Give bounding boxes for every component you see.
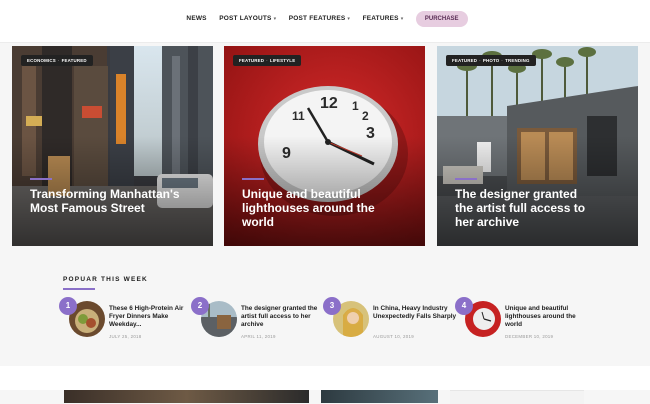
nav-post-features[interactable]: POST FEATURES ▾ [289, 15, 350, 22]
tag-label: FEATURED [239, 58, 265, 63]
tag-label: FEATURED [452, 58, 478, 63]
popular-item[interactable]: 1 These 6 High-Protein Air Fryer Dinners… [59, 297, 195, 343]
category-tag[interactable]: ECONOMICS · FEATURED [21, 55, 93, 66]
popular-item[interactable]: 4 Unique and beautiful lighthouses aroun… [455, 297, 591, 343]
tag-label: TRENDING [505, 58, 530, 63]
popular-date: JULY 25, 2018 [109, 334, 142, 339]
nav-features[interactable]: FEATURES ▾ [363, 15, 404, 22]
popular-item[interactable]: 2 The designer granted the artist full a… [191, 297, 327, 343]
tag-label: ECONOMICS [27, 58, 56, 63]
tag-separator: · [266, 58, 268, 63]
title-accent-rule [30, 178, 52, 180]
rank-badge: 4 [455, 297, 473, 315]
nav-news-label: NEWS [186, 15, 207, 23]
popular-title[interactable]: These 6 High-Protein Air Fryer Dinners M… [109, 305, 193, 329]
tag-label: FEATURED [61, 58, 87, 63]
nav-post-layouts[interactable]: POST LAYOUTS ▾ [219, 15, 276, 22]
lower-feature-image[interactable] [321, 390, 438, 403]
hero-card-lighthouses[interactable]: 12 3 9 1 2 11 FEATURED·LIFESTYLE Unique … [224, 46, 425, 246]
lower-section-background [0, 366, 650, 390]
nav-post-features-label: POST FEATURES [288, 15, 346, 23]
heading-accent-rule [63, 288, 95, 290]
hero-card-designer-archive[interactable]: FEATURED · PHOTO · TRENDING The designer gra… [437, 46, 638, 246]
popular-date: DECEMBER 10, 2019 [505, 334, 554, 339]
popular-item[interactable]: 3 In China, Heavy Industry Unexpectedly … [323, 297, 459, 343]
popular-title[interactable]: In China, Heavy Industry Unexpectedly Fa… [373, 305, 457, 321]
lower-feature-image[interactable] [64, 390, 309, 403]
card-gradient-overlay [12, 46, 213, 246]
nav-news[interactable]: NEWS [186, 15, 206, 22]
chevron-down-icon: ▾ [273, 16, 277, 23]
nav-features-label: FEATURES [362, 15, 399, 23]
purchase-button[interactable]: PURCHASE [415, 10, 468, 27]
popular-title[interactable]: Unique and beautiful lighthouses around … [505, 305, 589, 329]
category-tag[interactable]: FEATURED · LIFESTYLE [233, 55, 302, 66]
title-accent-rule [455, 178, 477, 180]
category-tag[interactable]: FEATURED · PHOTO · TRENDING [446, 55, 536, 66]
tag-separator: · [57, 58, 60, 63]
title-accent-rule [242, 178, 264, 180]
chevron-down-icon: ▾ [400, 16, 404, 23]
hero-title[interactable]: Unique and beautiful lighthouses around … [242, 187, 382, 229]
rank-badge: 1 [59, 297, 77, 315]
chevron-down-icon: ▾ [347, 16, 351, 23]
hero-title[interactable]: Transforming Manhattan's Most Famous Str… [30, 187, 180, 215]
hero-card-manhattan[interactable]: ECONOMICS · FEATURED Transforming Manhatta… [12, 46, 213, 246]
popular-title[interactable]: The designer granted the artist full acc… [241, 305, 325, 329]
tag-label: PHOTO [482, 58, 500, 63]
hero-title[interactable]: The designer granted the artist full acc… [455, 187, 595, 229]
main-nav: NEWS POST LAYOUTS ▾ POST FEATURES ▾ FEATUR… [0, 10, 650, 32]
rank-badge: 2 [191, 297, 209, 315]
popular-date: APRIL 11, 2019 [241, 334, 276, 339]
lower-sidebar-widget [450, 390, 584, 404]
popular-section-heading: POPUAR THIS WEEK [63, 276, 148, 283]
top-navigation-bar: NEWS POST LAYOUTS ▾ POST FEATURES ▾ FEATUR… [0, 0, 650, 43]
popular-date: AUGUST 10, 2019 [373, 334, 415, 339]
tag-separator: · [501, 58, 504, 63]
rank-badge: 3 [323, 297, 341, 315]
nav-post-layouts-label: POST LAYOUTS [219, 15, 272, 23]
tag-label: LIFESTYLE [269, 58, 296, 63]
tag-separator: · [479, 58, 481, 63]
